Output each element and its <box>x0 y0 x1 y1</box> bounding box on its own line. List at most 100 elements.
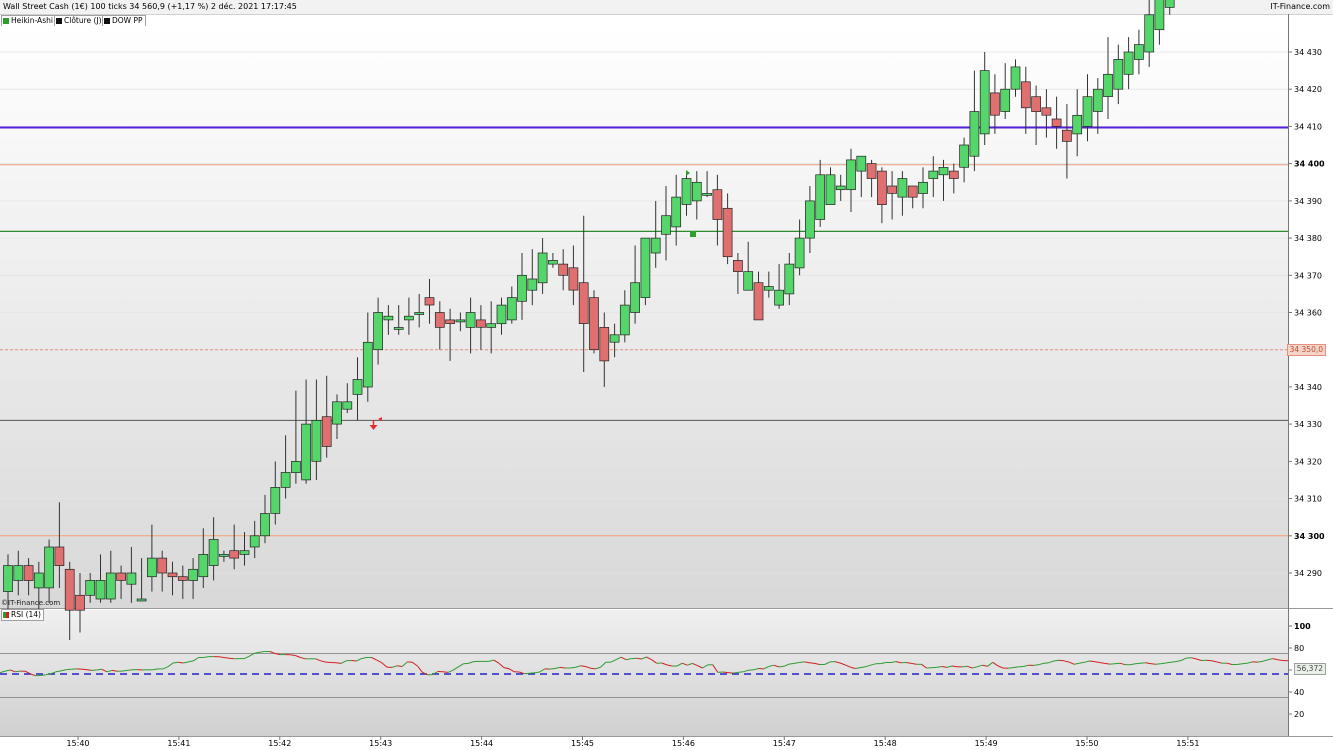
x-tick-label: 15:41 <box>167 739 190 748</box>
rsi-segment <box>351 660 357 662</box>
rsi-segment <box>259 651 265 653</box>
candle-body <box>332 401 342 425</box>
candle-body <box>1062 129 1072 142</box>
candle-body <box>13 565 24 581</box>
candle <box>640 237 651 306</box>
rsi-tick-label: 80 <box>1294 644 1304 653</box>
candle-body <box>650 237 661 254</box>
candle-body <box>1113 59 1124 90</box>
candle-body <box>959 144 969 168</box>
candle-body <box>23 565 34 581</box>
rsi-segment <box>1140 662 1146 664</box>
candle-body <box>198 554 209 578</box>
rsi-segment <box>1104 662 1110 665</box>
rsi-legend[interactable]: RSI (14) <box>1 609 44 621</box>
rsi-segment <box>789 662 795 665</box>
candle-body <box>1020 81 1031 109</box>
candle-body <box>270 487 281 514</box>
candle-body <box>938 167 949 176</box>
candle-body <box>280 472 291 488</box>
rsi-segment <box>290 654 296 656</box>
candle-body <box>476 319 486 328</box>
x-tick-label: 15:45 <box>571 739 594 748</box>
rsi-segment <box>229 657 235 660</box>
rsi-swatch-icon <box>3 612 9 618</box>
candle-body <box>918 181 928 194</box>
candle-body <box>825 174 836 205</box>
candle-body <box>75 594 85 611</box>
candle-body <box>424 297 435 306</box>
rsi-segment <box>1033 664 1039 666</box>
candle-body <box>291 461 301 473</box>
candle-body <box>486 323 497 328</box>
rsi-segment <box>1242 662 1248 665</box>
price-chart[interactable]: 34 290 34 300 34 310 34 320 34 330 34 340 34 3… <box>0 0 1333 750</box>
rsi-segment <box>178 661 184 664</box>
x-tick-label: 15:48 <box>874 739 897 748</box>
candle-body <box>44 546 54 589</box>
candle-body <box>527 278 538 291</box>
rsi-segment <box>1165 661 1171 664</box>
candle-body <box>167 572 178 578</box>
x-tick-label: 15:47 <box>773 739 796 748</box>
candle-body <box>517 274 527 302</box>
rsi-segment <box>590 667 596 670</box>
y-tick-label: 34 320 <box>1294 457 1322 466</box>
x-tick-label: 15:46 <box>672 739 695 748</box>
rsi-segment <box>122 669 128 672</box>
price-level-tag: 34 350,0 <box>1286 344 1326 356</box>
candle <box>1164 0 1175 15</box>
candle-body <box>928 170 939 179</box>
rsi-segment <box>951 665 958 668</box>
rsi-value-tag: 56,372 <box>1293 663 1326 675</box>
candle-body <box>33 572 44 589</box>
rsi-plot-area <box>0 610 1288 736</box>
candle-body <box>301 423 311 481</box>
rsi-segment <box>1007 667 1014 669</box>
candle-body <box>671 196 682 228</box>
candle-body <box>465 312 476 328</box>
rsi-segment <box>727 672 734 674</box>
candle-body <box>445 319 455 324</box>
candle-body <box>414 312 425 315</box>
x-tick-label: 15:51 <box>1176 739 1199 748</box>
candle-body <box>434 312 445 328</box>
y-tick-label: 34 290 <box>1294 569 1322 578</box>
candle-body <box>969 111 980 157</box>
rsi-segment <box>96 668 102 671</box>
candle-body <box>362 341 373 388</box>
x-tick-label: 15:40 <box>66 739 89 748</box>
candle-body <box>640 237 651 298</box>
candle-body <box>116 572 126 581</box>
candle-body <box>95 580 106 600</box>
rsi-segment <box>40 674 46 676</box>
candle-body <box>373 312 383 351</box>
candle-body <box>393 327 404 330</box>
candle-body <box>763 286 774 291</box>
rsi-segment <box>1089 660 1095 663</box>
candle-body <box>712 189 723 220</box>
rsi-segment <box>549 668 555 670</box>
candle-body <box>609 334 620 343</box>
candle-body <box>249 535 260 548</box>
rsi-segment <box>778 665 785 668</box>
candle-body <box>990 92 1000 116</box>
y-tick-label: 34 340 <box>1294 383 1322 392</box>
candle-body <box>599 327 610 362</box>
rsi-segment <box>1043 662 1049 664</box>
rsi-segment <box>559 666 566 669</box>
candle-body <box>1082 96 1093 127</box>
rsi-legend-label: RSI (14) <box>11 610 41 619</box>
candle-body <box>702 193 712 196</box>
rsi-segment <box>1237 663 1243 665</box>
candle-body <box>105 572 116 600</box>
candle-body <box>558 263 569 276</box>
candle-body <box>805 200 815 239</box>
candle-body <box>136 598 147 602</box>
candle-body <box>846 159 856 191</box>
y-tick-label: 34 360 <box>1294 309 1322 318</box>
candle-body <box>619 304 630 336</box>
candle-body <box>722 207 733 258</box>
rsi-segment <box>733 671 739 674</box>
rsi-segment <box>809 662 815 664</box>
